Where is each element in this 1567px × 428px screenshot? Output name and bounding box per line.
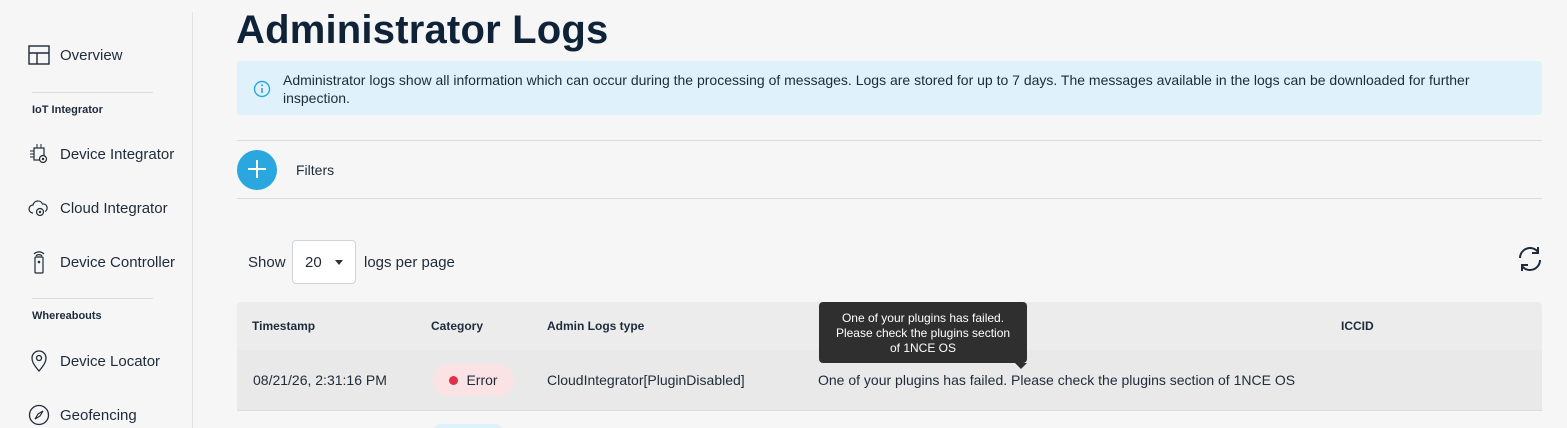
sidebar: Overview IoT Integrator Device Integrato… — [0, 12, 193, 428]
cell-timestamp: 08/21/26, 2:31:16 PM — [253, 372, 387, 388]
sidebar-item-overview[interactable]: Overview — [28, 41, 123, 69]
status-badge-error: Error — [433, 364, 514, 396]
sidebar-item-geofencing[interactable]: Geofencing — [28, 401, 137, 428]
sidebar-item-label: Overview — [60, 46, 123, 64]
plus-icon — [246, 158, 268, 183]
caret-down-icon — [335, 260, 343, 265]
badge-label: Error — [466, 372, 498, 388]
tooltip-line: of 1NCE OS — [889, 341, 957, 355]
column-header-category[interactable]: Category — [431, 319, 483, 333]
status-badge — [432, 424, 504, 428]
sidebar-item-device-integrator[interactable]: Device Integrator — [28, 140, 174, 168]
sidebar-item-label: Device Locator — [60, 352, 161, 370]
sidebar-item-cloud-integrator[interactable]: Cloud Integrator — [28, 194, 168, 222]
add-filter-button[interactable] — [237, 150, 277, 190]
sidebar-section-whereabouts: Whereabouts — [32, 310, 102, 322]
filters-label: Filters — [296, 162, 335, 178]
layout-icon — [28, 44, 50, 66]
cell-type: CloudIntegrator[PluginDisabled] — [547, 372, 745, 388]
info-icon — [253, 80, 271, 102]
tooltip-arrow — [1015, 363, 1027, 369]
app-root: Overview IoT Integrator Device Integrato… — [0, 0, 1567, 428]
sidebar-item-label: Device Integrator — [60, 145, 175, 163]
error-dot-icon — [449, 375, 459, 385]
divider — [237, 198, 1542, 199]
page-title: Administrator Logs — [236, 8, 609, 52]
remote-control-icon — [28, 251, 50, 274]
refresh-icon — [1515, 247, 1545, 277]
per-page-value: 20 — [305, 253, 322, 271]
sidebar-item-label: Geofencing — [60, 406, 137, 424]
sidebar-item-label: Device Controller — [60, 253, 176, 271]
location-pin-icon — [28, 350, 50, 372]
info-banner: Administrator logs show all information … — [237, 61, 1542, 115]
divider — [237, 140, 1542, 141]
sidebar-item-device-controller[interactable]: Device Controller — [28, 248, 175, 276]
column-header-timestamp[interactable]: Timestamp — [252, 319, 315, 333]
sidebar-section-iot: IoT Integrator — [32, 104, 103, 116]
chip-gear-icon — [28, 143, 50, 165]
sidebar-item-label: Cloud Integrator — [60, 199, 168, 217]
column-header-type[interactable]: Admin Logs type — [547, 319, 644, 333]
column-header-iccid[interactable]: ICCID — [1341, 319, 1374, 333]
refresh-button[interactable] — [1514, 244, 1546, 276]
sidebar-divider — [32, 92, 153, 93]
logs-per-page-label: logs per page — [364, 254, 455, 271]
compass-icon — [28, 404, 50, 426]
tooltip-line: Please check the plugins section — [835, 326, 1011, 340]
tooltip-line: One of your plugins has failed. — [841, 311, 1005, 325]
cell-message[interactable]: One of your plugins has failed. Please c… — [818, 372, 1310, 388]
per-page-select[interactable]: 20 — [292, 240, 356, 284]
message-tooltip: One of your plugins has failed. Please c… — [819, 302, 1027, 369]
info-banner-text: Administrator logs show all information … — [283, 72, 1470, 106]
sidebar-item-device-locator[interactable]: Device Locator — [28, 347, 160, 375]
sidebar-divider — [32, 298, 153, 299]
show-label: Show — [248, 254, 286, 271]
cloud-gear-icon — [28, 197, 50, 219]
